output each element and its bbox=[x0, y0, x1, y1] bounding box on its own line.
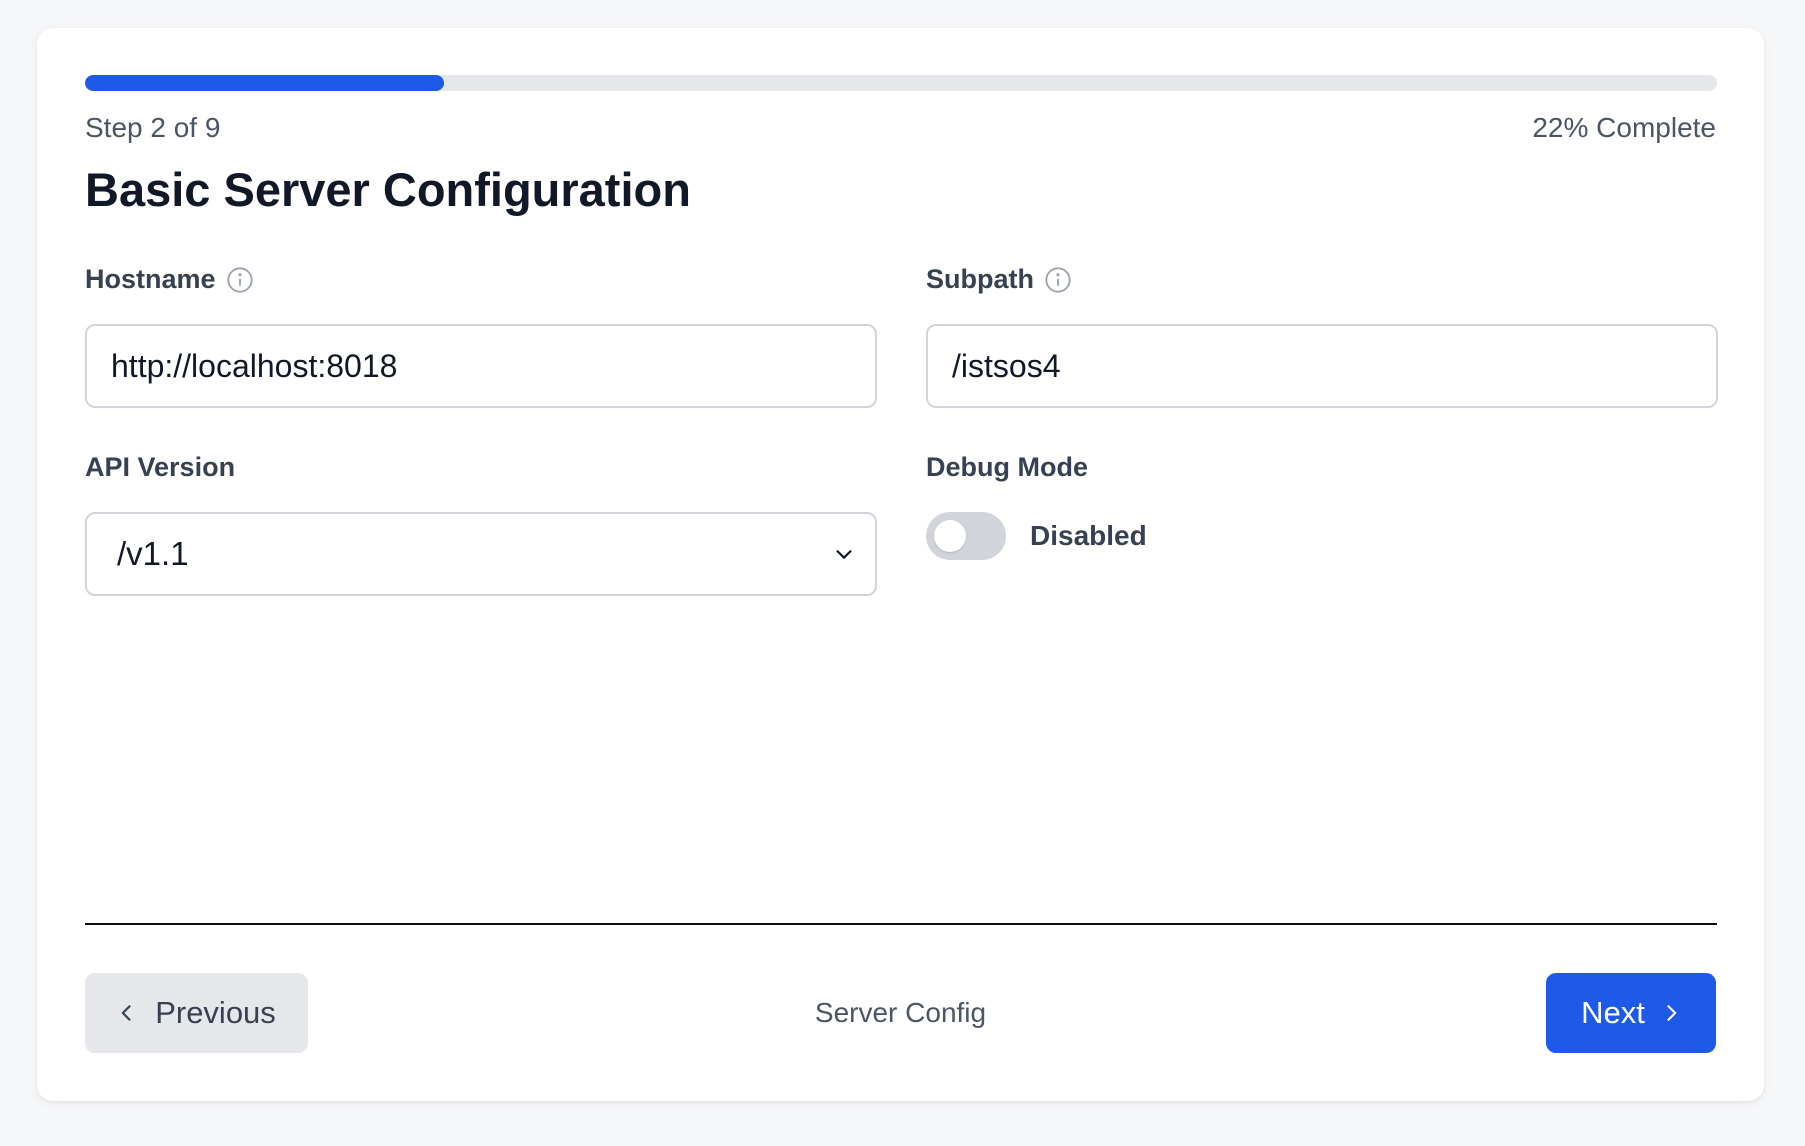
api-version-label-text: API Version bbox=[85, 452, 236, 482]
api-version-selected: /v1.1 bbox=[117, 535, 189, 572]
chevron-down-icon bbox=[836, 550, 852, 559]
chevron-right-icon bbox=[1667, 1005, 1677, 1021]
step-counter: Step 2 of 9 bbox=[85, 112, 221, 143]
percent-complete: 22% Complete bbox=[1532, 112, 1716, 143]
hostname-input[interactable] bbox=[85, 324, 877, 408]
subpath-label: Subpath bbox=[926, 264, 1072, 295]
progress-bar bbox=[85, 75, 1717, 91]
current-step-name: Server Config bbox=[814, 997, 987, 1028]
debug-mode-state: Disabled bbox=[1030, 520, 1147, 551]
footer-divider bbox=[85, 923, 1717, 925]
hostname-label: Hostname bbox=[85, 264, 254, 295]
debug-mode-label: Debug Mode bbox=[926, 452, 1088, 483]
progress-bar-fill bbox=[85, 75, 445, 91]
toggle-knob bbox=[934, 520, 966, 552]
debug-mode-label-text: Debug Mode bbox=[926, 452, 1088, 482]
subpath-input[interactable] bbox=[926, 324, 1718, 408]
hostname-label-text: Hostname bbox=[85, 264, 216, 294]
subpath-label-text: Subpath bbox=[926, 264, 1034, 294]
debug-mode-toggle[interactable] bbox=[926, 512, 1006, 560]
api-version-label: API Version bbox=[85, 452, 235, 483]
info-icon[interactable] bbox=[226, 266, 254, 294]
info-icon[interactable] bbox=[1044, 266, 1072, 294]
api-version-select[interactable]: /v1.1 bbox=[85, 512, 877, 596]
next-button-label: Next bbox=[1581, 995, 1645, 1030]
page-title: Basic Server Configuration bbox=[85, 163, 691, 216]
next-button[interactable]: Next bbox=[1546, 973, 1716, 1053]
wizard-card: Step 2 of 9 22% Complete Basic Server Co… bbox=[37, 28, 1764, 1101]
